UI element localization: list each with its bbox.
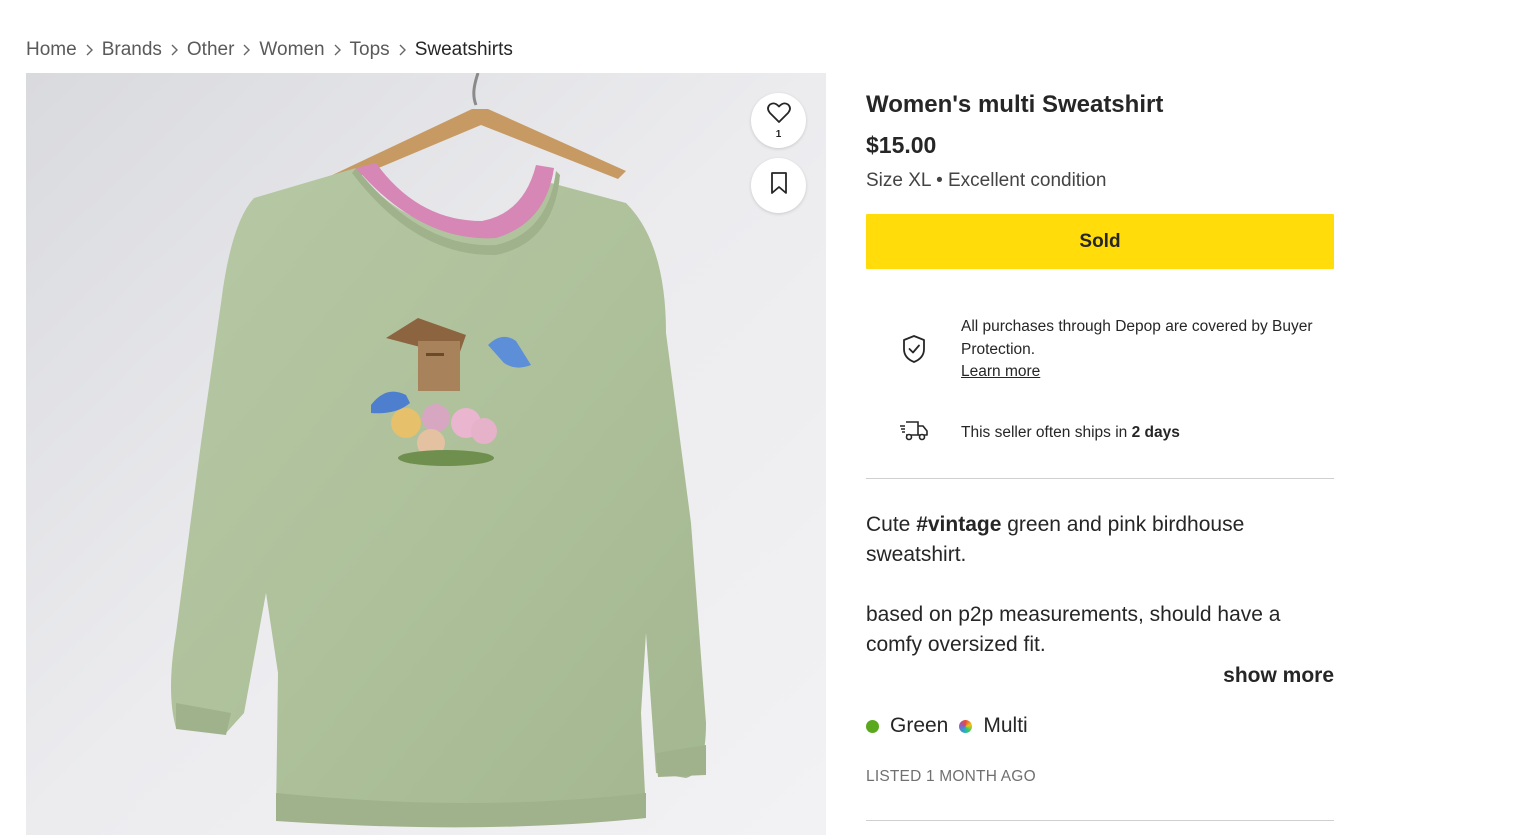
product-description: Cute #vintage green and pink birdhouse s… [866,510,1334,660]
section-divider [866,478,1334,479]
breadcrumb-brands[interactable]: Brands [102,39,162,61]
green-swatch [866,719,879,733]
chevron-right-icon [242,44,251,56]
chevron-right-icon [398,44,407,56]
product-image[interactable]: 1 [26,73,826,835]
buyer-protection-text: All purchases through Depop are covered … [961,318,1313,358]
heart-icon [766,101,792,130]
color-label-multi: Multi [983,714,1028,737]
multicolor-swatch [959,719,973,733]
product-condition: Excellent condition [948,170,1107,191]
chevron-right-icon [170,44,179,56]
breadcrumb-home[interactable]: Home [26,39,77,61]
section-divider [866,820,1334,821]
shipping-days: 2 days [1131,423,1180,441]
chevron-right-icon [85,44,94,56]
like-button[interactable]: 1 [751,93,806,148]
breadcrumb-women[interactable]: Women [259,39,324,61]
description-text: Cute [866,513,911,536]
color-list: Green Multi [866,714,1028,738]
like-count: 1 [775,129,782,140]
bookmark-icon [769,171,789,200]
color-label-green: Green [890,714,949,737]
breadcrumb-other[interactable]: Other [187,39,235,61]
chevron-right-icon [333,44,342,56]
hashtag-link[interactable]: #vintage [916,513,1001,536]
shipping-text: This seller often ships in [961,423,1128,441]
product-details: Women's multi Sweatshirt $15.00 Size XL … [866,88,1334,269]
product-size: Size XL [866,170,931,191]
attribute-separator: • [936,170,943,191]
shipping-info: This seller often ships in 2 days [866,418,1334,447]
description-paragraph: based on p2p measurements, should have a… [866,603,1281,656]
show-more-button[interactable]: show more [866,664,1334,688]
learn-more-link[interactable]: Learn more [961,361,1334,384]
shield-check-icon [901,334,927,369]
save-button[interactable] [751,158,806,213]
breadcrumb-sweatshirts[interactable]: Sweatshirts [415,39,513,61]
product-attributes: Size XL • Excellent condition [866,168,1334,194]
sold-button[interactable]: Sold [866,214,1334,269]
product-title: Women's multi Sweatshirt [866,91,1164,118]
description-paragraph: Cute #vintage green and pink birdhouse s… [866,510,1334,570]
delivery-truck-icon [899,418,929,447]
product-price: $15.00 [866,132,937,158]
previous-section-edge [0,0,1522,6]
listed-date: LISTED 1 MONTH AGO [866,768,1036,785]
buyer-protection: All purchases through Depop are covered … [866,316,1334,384]
sweatshirt-photo [26,73,826,835]
breadcrumb-tops[interactable]: Tops [350,39,390,61]
breadcrumb: Home Brands Other Women Tops Sweatshirts [26,38,513,62]
